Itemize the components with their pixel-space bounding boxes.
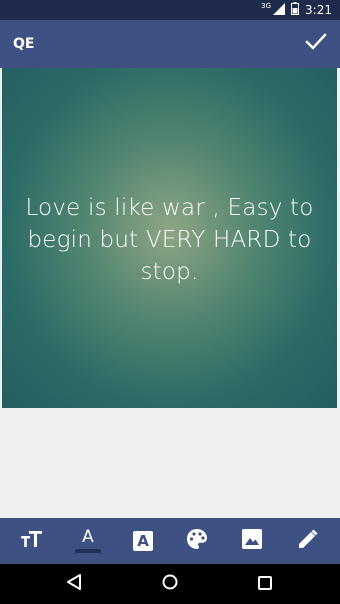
text-color-underline (75, 549, 101, 553)
palette-button[interactable] (177, 518, 217, 564)
palette-icon (186, 528, 208, 554)
text-color-glyph: A (82, 527, 94, 547)
system-nav-bar (0, 564, 340, 604)
recents-icon (258, 575, 272, 594)
home-icon (162, 574, 178, 594)
quote-text[interactable]: Love is like war , Easy to begin but VER… (14, 192, 325, 288)
back-icon (66, 574, 82, 594)
clock: 3:21 (305, 3, 332, 17)
check-icon (305, 33, 327, 55)
app-title: QE (13, 36, 35, 52)
recents-button[interactable] (245, 564, 285, 604)
text-color-button[interactable]: A (68, 518, 108, 564)
done-button[interactable] (302, 30, 330, 58)
status-bar: 3G 3:21 (0, 0, 340, 20)
status-icons: 3G 3:21 (261, 0, 332, 20)
edit-pencil-icon (298, 529, 318, 553)
app-bar: QE (0, 20, 340, 68)
text-size-button[interactable] (12, 518, 52, 564)
editor-toolbar: A A (0, 518, 340, 564)
text-background-glyph: A (137, 531, 149, 550)
image-button[interactable] (232, 518, 272, 564)
signal-icon (273, 2, 286, 18)
text-background-button[interactable]: A (123, 518, 163, 564)
text-background-icon: A (133, 531, 153, 551)
network-type-label: 3G (261, 2, 272, 10)
back-button[interactable] (54, 564, 94, 604)
quote-canvas[interactable]: Love is like war , Easy to begin but VER… (2, 68, 337, 408)
text-color-icon: A (75, 529, 101, 553)
image-icon (242, 529, 262, 553)
home-button[interactable] (150, 564, 190, 604)
battery-icon (291, 2, 300, 18)
edit-button[interactable] (288, 518, 328, 564)
text-size-icon (21, 531, 43, 551)
